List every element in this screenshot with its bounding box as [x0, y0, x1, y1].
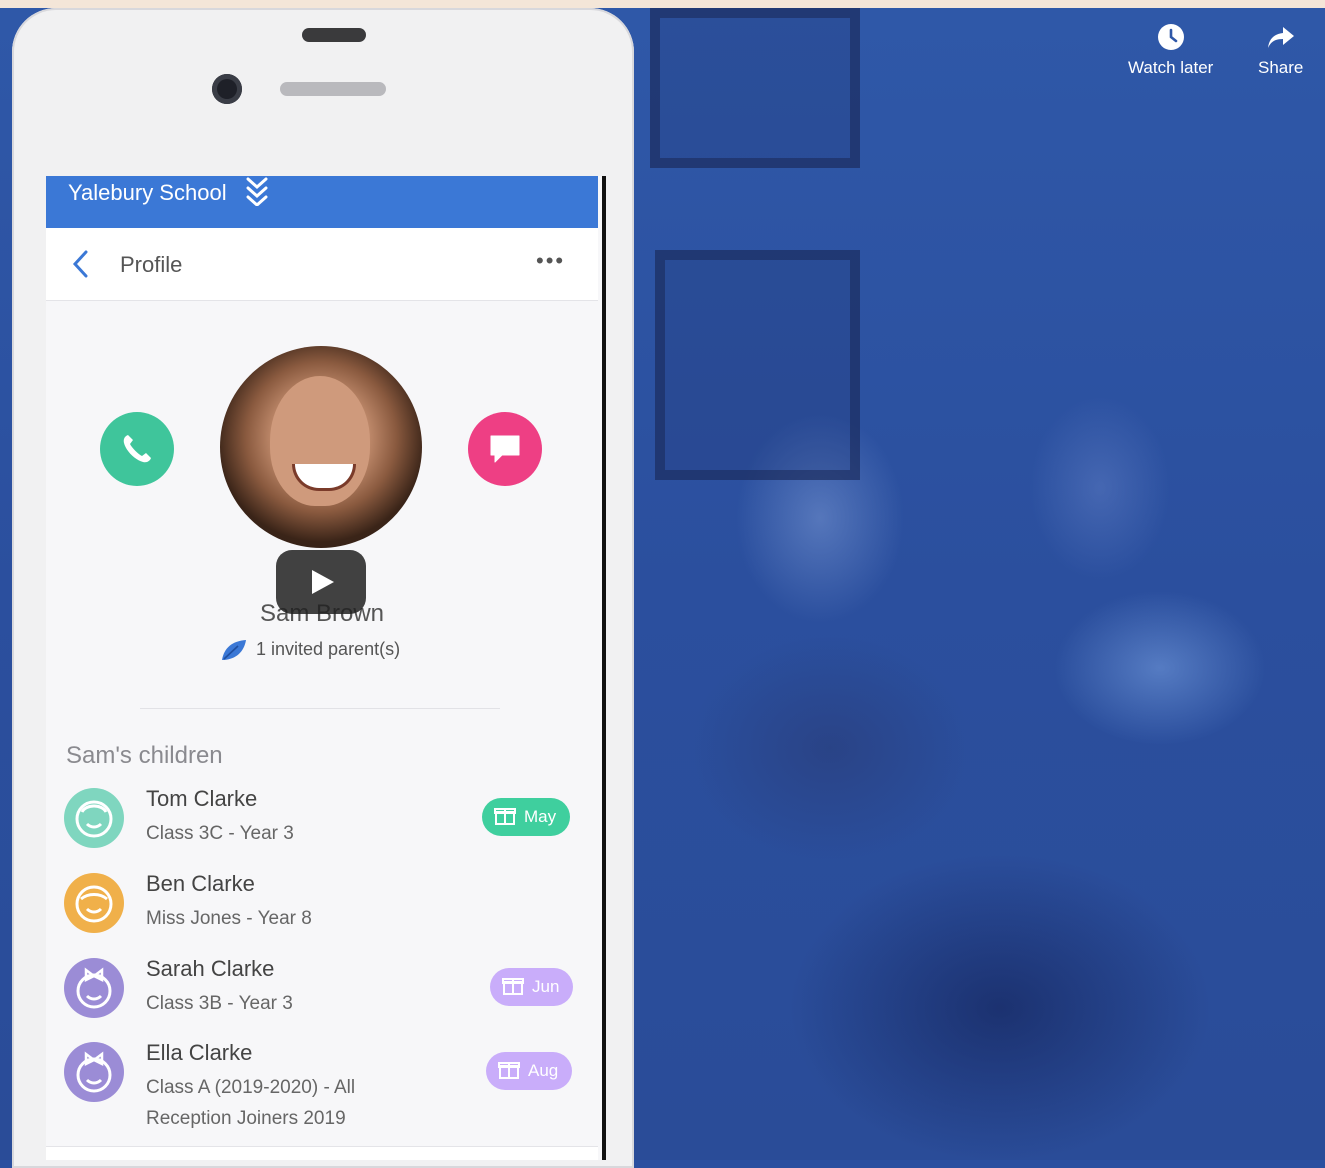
birthday-month: Jun: [532, 977, 560, 996]
section-divider: [140, 708, 500, 709]
child-name: Tom Clarke: [146, 786, 258, 811]
child-avatar: [64, 958, 124, 1018]
gift-icon: [494, 808, 516, 825]
child-face-icon: [64, 788, 124, 848]
clock-icon: [1157, 24, 1184, 50]
birthday-badge: Aug: [486, 1052, 573, 1090]
message-button[interactable]: [468, 412, 542, 486]
child-face-icon: [64, 1042, 124, 1102]
bottom-tab-bar: [46, 1146, 598, 1160]
child-class: Class 3B - Year 3: [146, 993, 293, 1014]
play-icon: [312, 570, 334, 594]
school-name: Yalebury School: [68, 180, 227, 205]
child-avatar: [64, 873, 124, 933]
child-row-tom[interactable]: Tom Clarke Class 3C - Year 3 May: [46, 786, 598, 872]
wall-frame-1: [650, 8, 860, 168]
school-bar[interactable]: Yalebury School: [46, 176, 598, 228]
children-heading: Sam's children: [66, 742, 223, 769]
invited-parents: 1 invited parent(s): [220, 638, 480, 662]
share-button[interactable]: Share: [1258, 22, 1303, 78]
child-name: Ella Clarke: [146, 1040, 253, 1065]
more-options-button[interactable]: •••: [536, 248, 565, 274]
share-label: Share: [1258, 58, 1304, 77]
child-class: Miss Jones - Year 8: [146, 908, 312, 929]
phone-icon: [123, 435, 151, 463]
call-button[interactable]: [100, 412, 174, 486]
phone-camera: [212, 74, 242, 104]
watch-later-button[interactable]: Watch later: [1128, 22, 1213, 78]
share-arrow-icon: [1267, 27, 1294, 48]
phone-top-speaker: [302, 28, 366, 42]
double-chevron-down-icon[interactable]: [244, 176, 270, 206]
birthday-month: May: [524, 807, 557, 826]
child-avatar: [64, 1042, 124, 1102]
phone-earpiece: [280, 82, 386, 96]
leaf-icon: [222, 640, 246, 660]
child-face-icon: [64, 958, 124, 1018]
video-play-button[interactable]: [276, 550, 366, 614]
profile-avatar: [220, 346, 422, 548]
top-strip: [0, 0, 1325, 8]
page-title: Profile: [120, 252, 183, 277]
child-name: Sarah Clarke: [146, 956, 275, 981]
child-name: Ben Clarke: [146, 871, 255, 896]
wall-frame-2: [655, 250, 860, 480]
child-avatar: [64, 788, 124, 848]
child-class: Class 3C - Year 3: [146, 823, 294, 844]
chevron-left-icon[interactable]: [70, 248, 92, 280]
gift-icon: [498, 1062, 520, 1079]
child-row-ben[interactable]: Ben Clarke Miss Jones - Year 8: [46, 871, 598, 957]
invited-text: 1 invited parent(s): [256, 638, 401, 659]
child-row-sarah[interactable]: Sarah Clarke Class 3B - Year 3 Jun: [46, 956, 598, 1042]
chat-bubble-icon: [490, 435, 520, 463]
child-class-line-1: Class A (2019-2020) - All: [146, 1077, 356, 1098]
gift-icon: [502, 978, 524, 995]
child-class-line-2: Reception Joiners 2019: [146, 1108, 346, 1129]
birthday-badge: Jun: [490, 968, 574, 1006]
child-face-icon: [64, 873, 124, 933]
app-screen: Yalebury School Profile ••• Sam Brown 1 …: [46, 176, 606, 1160]
birthday-month: Aug: [528, 1061, 559, 1080]
birthday-badge: May: [482, 798, 571, 836]
profile-nav-bar: Profile •••: [46, 228, 598, 301]
watch-later-label: Watch later: [1128, 58, 1214, 77]
child-row-ella[interactable]: Ella Clarke Class A (2019-2020) - All Re…: [46, 1040, 598, 1142]
